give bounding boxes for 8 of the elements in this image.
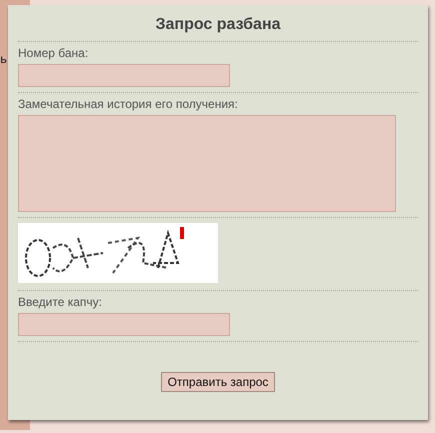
text-area[interactable]	[18, 115, 396, 212]
input-field[interactable]	[18, 313, 230, 336]
dialog-title: Запрос разбана	[154, 15, 282, 35]
field-label: Номер бана:	[18, 46, 90, 61]
field-label: Введите капчу:	[18, 295, 103, 310]
submit-button[interactable]: Отправить запрос	[160, 372, 276, 392]
field-label: Замечательная история его получения:	[18, 97, 239, 112]
input-field[interactable]	[18, 64, 230, 87]
